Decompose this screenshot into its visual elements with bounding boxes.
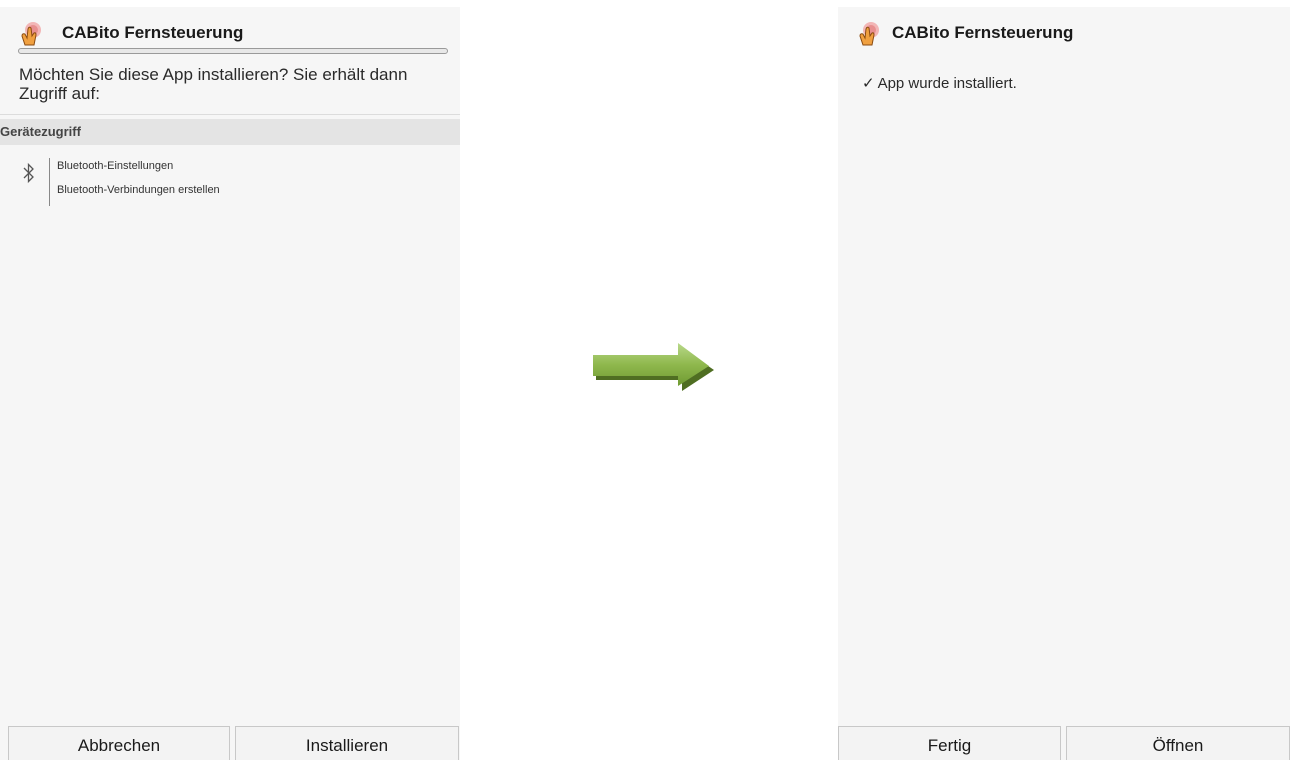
cancel-button[interactable]: Abbrechen	[8, 726, 230, 760]
done-button[interactable]: Fertig	[838, 726, 1061, 760]
permission-item: Bluetooth-Verbindungen erstellen	[57, 184, 220, 196]
status-message: ✓ App wurde installiert.	[862, 74, 1017, 92]
checkmark-icon: ✓	[862, 75, 875, 92]
install-button[interactable]: Installieren	[235, 726, 459, 760]
title-bar: CABito Fernsteuerung	[0, 7, 460, 51]
permission-item: Bluetooth-Einstellungen	[57, 160, 174, 172]
install-screen: CABito Fernsteuerung Möchten Sie diese A…	[0, 7, 460, 760]
progress-bar	[18, 48, 448, 54]
app-icon	[859, 22, 879, 46]
permission-divider	[49, 158, 50, 206]
install-question: Möchten Sie diese App installieren? Sie …	[19, 65, 408, 103]
app-title: CABito Fernsteuerung	[62, 23, 244, 42]
open-button[interactable]: Öffnen	[1066, 726, 1290, 760]
title-bar: CABito Fernsteuerung	[838, 7, 1290, 51]
section-title: Gerätezugriff	[0, 124, 81, 139]
button-bar: Abbrechen Installieren	[0, 726, 460, 760]
status-text: App wurde installiert.	[877, 75, 1017, 92]
bluetooth-icon	[23, 162, 34, 184]
divider	[0, 114, 460, 115]
button-bar: Fertig Öffnen	[838, 726, 1290, 760]
app-title: CABito Fernsteuerung	[892, 23, 1074, 42]
section-header: Gerätezugriff	[0, 119, 460, 145]
right-arrow-icon	[593, 343, 714, 391]
app-icon	[21, 22, 41, 46]
installed-screen: CABito Fernsteuerung ✓ App wurde installi…	[838, 7, 1290, 760]
